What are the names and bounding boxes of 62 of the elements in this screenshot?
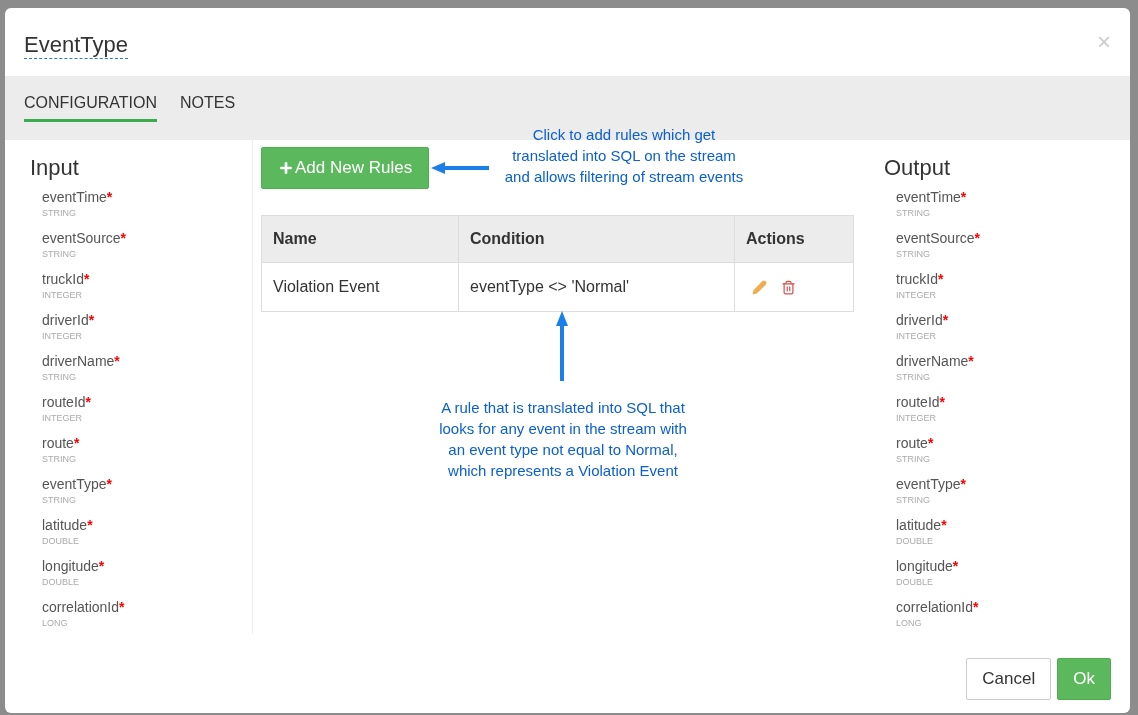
field-type: LONG (42, 617, 68, 630)
field-name: routeId* (42, 393, 92, 411)
field-type: LONG (896, 617, 922, 630)
field-type: STRING (896, 453, 930, 466)
field-name: correlationId* (42, 598, 125, 616)
field-type: INTEGER (896, 289, 936, 302)
field-type: INTEGER (896, 412, 936, 425)
field-name: driverName* (42, 352, 120, 370)
field-type: INTEGER (42, 412, 82, 425)
field-name: eventSource* (896, 229, 981, 247)
field-name: driverId* (896, 311, 949, 329)
column-header: Name (261, 215, 459, 263)
field-type: STRING (42, 207, 76, 220)
arrow-icon (429, 161, 491, 175)
field-type: STRING (896, 207, 930, 220)
field-type: INTEGER (42, 289, 82, 302)
field-name: eventType* (896, 475, 967, 493)
field-type: INTEGER (42, 330, 82, 343)
field-name: longitude* (896, 557, 959, 575)
field-type: STRING (896, 248, 930, 261)
field-type: STRING (42, 453, 76, 466)
field-name: truckId* (896, 270, 944, 288)
field-type: STRING (42, 248, 76, 261)
field-name: route* (42, 434, 80, 452)
field-type: STRING (42, 494, 76, 507)
field-type: DOUBLE (896, 535, 933, 548)
dialog-title: EventType (24, 25, 128, 59)
field-type: DOUBLE (42, 535, 79, 548)
field-name: truckId* (42, 270, 90, 288)
column-header: Actions (734, 215, 854, 263)
field-type: DOUBLE (42, 576, 79, 589)
cancel-button[interactable]: Cancel (966, 658, 1052, 700)
column-header: Condition (458, 215, 735, 263)
annotation-text: Click to add rules which get translated into SQL on the stream and allows filtering of stream events (503, 125, 745, 187)
field-name: eventTime* (896, 188, 967, 206)
field-type: STRING (896, 494, 930, 507)
field-name: correlationId* (896, 598, 979, 616)
arrow-icon (555, 310, 569, 382)
tab[interactable]: NOTES (180, 91, 236, 122)
field-name: driverId* (42, 311, 95, 329)
field-name: routeId* (896, 393, 946, 411)
field-name: longitude* (42, 557, 105, 575)
field-name: latitude* (896, 516, 947, 534)
panel-title: Input (30, 154, 80, 182)
field-name: driverName* (896, 352, 974, 370)
panel-title: Output (884, 154, 952, 182)
delete-icon[interactable] (781, 279, 796, 295)
table-cell: eventType <> 'Normal' (458, 262, 735, 312)
field-type: DOUBLE (896, 576, 933, 589)
field-type: STRING (42, 371, 76, 384)
edit-icon[interactable] (752, 279, 767, 295)
plus-icon (278, 160, 294, 176)
field-type: INTEGER (896, 330, 936, 343)
field-name: latitude* (42, 516, 93, 534)
field-name: eventSource* (42, 229, 127, 247)
field-name: eventTime* (42, 188, 113, 206)
tab[interactable]: CONFIGURATION (24, 91, 158, 122)
field-name: eventType* (42, 475, 113, 493)
table-cell: Violation Event (261, 262, 459, 312)
field-type: STRING (896, 371, 930, 384)
annotation-text: A rule that is translated into SQL that looks for any event in the stream with an event type not equal to Normal, which represents a Violation Event (438, 398, 688, 481)
field-name: route* (896, 434, 934, 452)
